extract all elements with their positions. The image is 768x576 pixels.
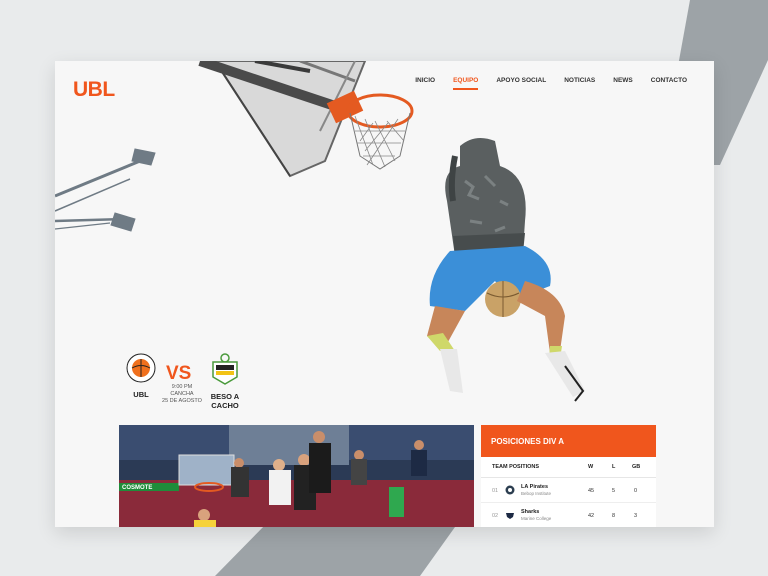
table-row[interactable]: 02 Sharks Marine College 42 8 3 — [481, 503, 656, 527]
row-w: 42 — [588, 513, 595, 519]
nav-apoyo-social[interactable]: APOYO SOCIAL — [487, 77, 555, 85]
row-gb: 0 — [634, 488, 638, 494]
home-team-name: UBL — [133, 390, 149, 399]
row-team: LA Pirates — [521, 484, 549, 490]
col-w: W — [588, 464, 594, 470]
table-row[interactable]: 01 LA Pirates Bebop Institute 45 5 0 — [481, 478, 656, 503]
basketball-player — [427, 137, 585, 402]
col-l: L — [612, 464, 616, 470]
col-team-positions: TEAM POSITIONS — [492, 464, 540, 470]
match-date: 25 DE AGOSTO — [162, 397, 202, 404]
row-l: 8 — [612, 513, 616, 519]
row-team: Sharks — [521, 509, 540, 515]
nav-news[interactable]: NEWS — [604, 77, 642, 85]
vs-label: VS — [166, 363, 192, 384]
stadium-lights — [55, 148, 156, 232]
row-rank: 02 — [492, 513, 499, 519]
website-card: UBL INICIO EQUIPO APOYO SOCIAL NOTICIAS … — [55, 61, 714, 527]
col-gb: GB — [632, 464, 641, 470]
nav-inicio[interactable]: INICIO — [406, 77, 444, 85]
row-w: 45 — [588, 488, 595, 494]
match-time: 9:00 PM — [171, 384, 193, 390]
ubl-logo[interactable]: UBL — [73, 78, 115, 102]
row-gb: 3 — [634, 513, 638, 519]
cosmote-banner: COSMOTE — [122, 485, 152, 491]
match-card[interactable]: UBL VS 9:00 PM CANCHA 25 DE AGOSTO BESO … — [117, 353, 257, 423]
standings-panel: POSICIONES DIV A TEAM POSITIONS W L GB 0… — [481, 425, 656, 527]
main-nav: INICIO EQUIPO APOYO SOCIAL NOTICIAS NEWS… — [406, 77, 696, 90]
home-team: UBL — [117, 353, 165, 399]
standings-title: POSICIONES DIV A — [481, 425, 656, 457]
nav-contacto[interactable]: CONTACTO — [642, 77, 696, 85]
nav-equipo[interactable]: EQUIPO — [444, 77, 487, 90]
pirates-crest-icon — [505, 485, 515, 495]
match-venue: CANCHA — [170, 390, 194, 397]
basketball-hoop — [326, 90, 414, 170]
row-l: 5 — [612, 488, 616, 494]
row-team-sub: Bebop Institute — [521, 491, 552, 496]
away-team: BESO A CACHO — [201, 353, 249, 410]
sharks-crest-icon — [506, 513, 514, 519]
row-rank: 01 — [492, 488, 499, 494]
row-team-sub: Marine College — [521, 516, 552, 521]
game-photo[interactable]: COSMOTE — [119, 425, 474, 527]
beso-a-cacho-crest-icon — [212, 353, 238, 385]
standings-header: TEAM POSITIONS W L GB — [481, 457, 656, 478]
away-team-name: BESO A CACHO — [210, 392, 240, 410]
nav-noticias[interactable]: NOTICIAS — [555, 77, 604, 85]
match-info: 9:00 PM CANCHA 25 DE AGOSTO — [159, 384, 205, 404]
ubl-crest-icon — [126, 353, 156, 383]
